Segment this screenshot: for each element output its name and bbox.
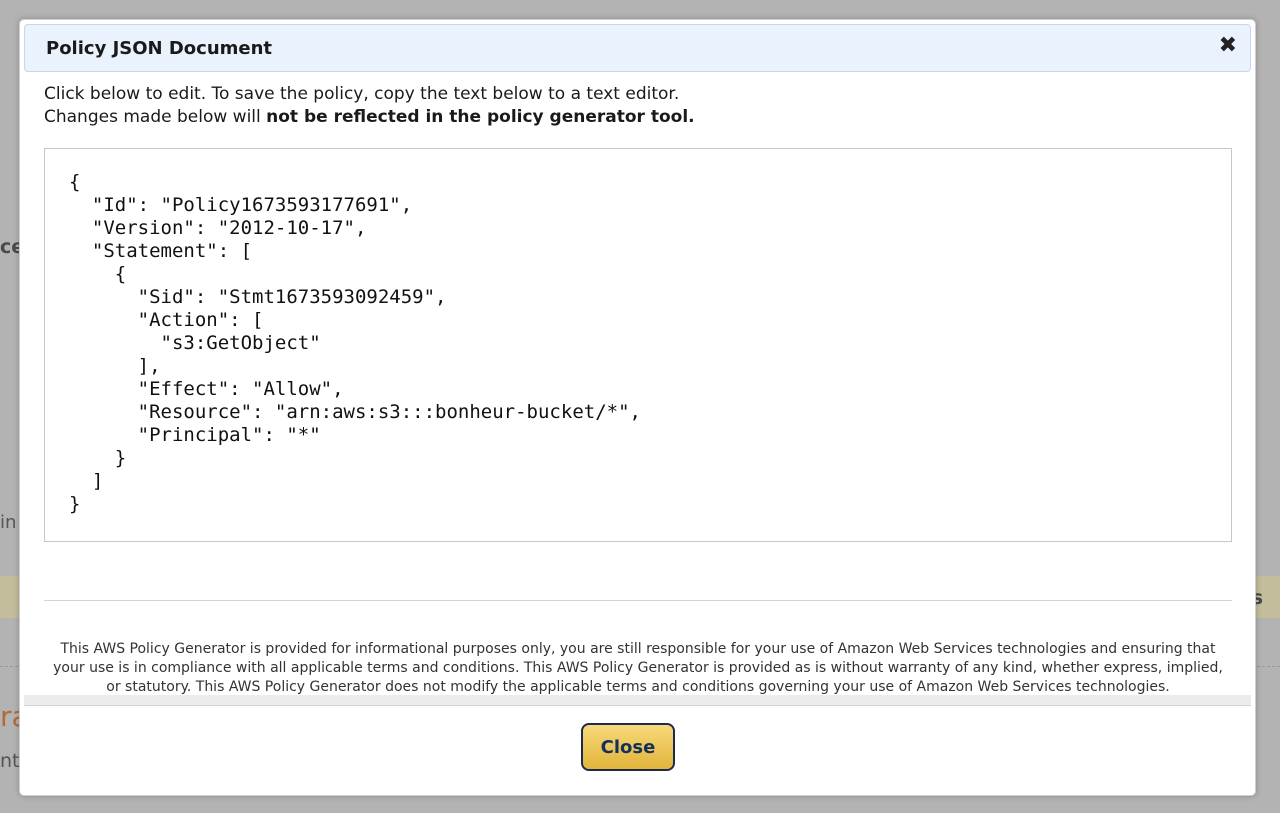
instruction-warning: not be reflected in the policy generator… [266,107,695,127]
policy-json-editor[interactable]: { "Id": "Policy1673593177691", "Version"… [44,148,1232,542]
instruction-line-2: Changes made below will not be reflected… [44,106,695,129]
policy-json-text[interactable]: { "Id": "Policy1673593177691", "Version"… [45,149,1231,538]
policy-json-dialog: Policy JSON Document ✖ Click below to ed… [19,19,1256,796]
disclaimer-text: This AWS Policy Generator is provided fo… [53,641,1223,695]
close-icon[interactable]: ✖ [1219,35,1237,57]
divider [44,600,1232,601]
footer-separator [24,695,1251,706]
background-text-fragment: nt [0,750,20,772]
close-button[interactable]: Close [581,723,675,771]
instruction-prefix: Changes made below will [44,107,267,127]
dialog-title: Policy JSON Document [46,38,273,59]
dialog-instructions: Click below to edit. To save the policy,… [44,83,695,129]
dialog-header: Policy JSON Document ✖ [24,24,1251,72]
background-text-fragment: in [0,512,17,533]
instruction-line-1: Click below to edit. To save the policy,… [44,84,680,104]
